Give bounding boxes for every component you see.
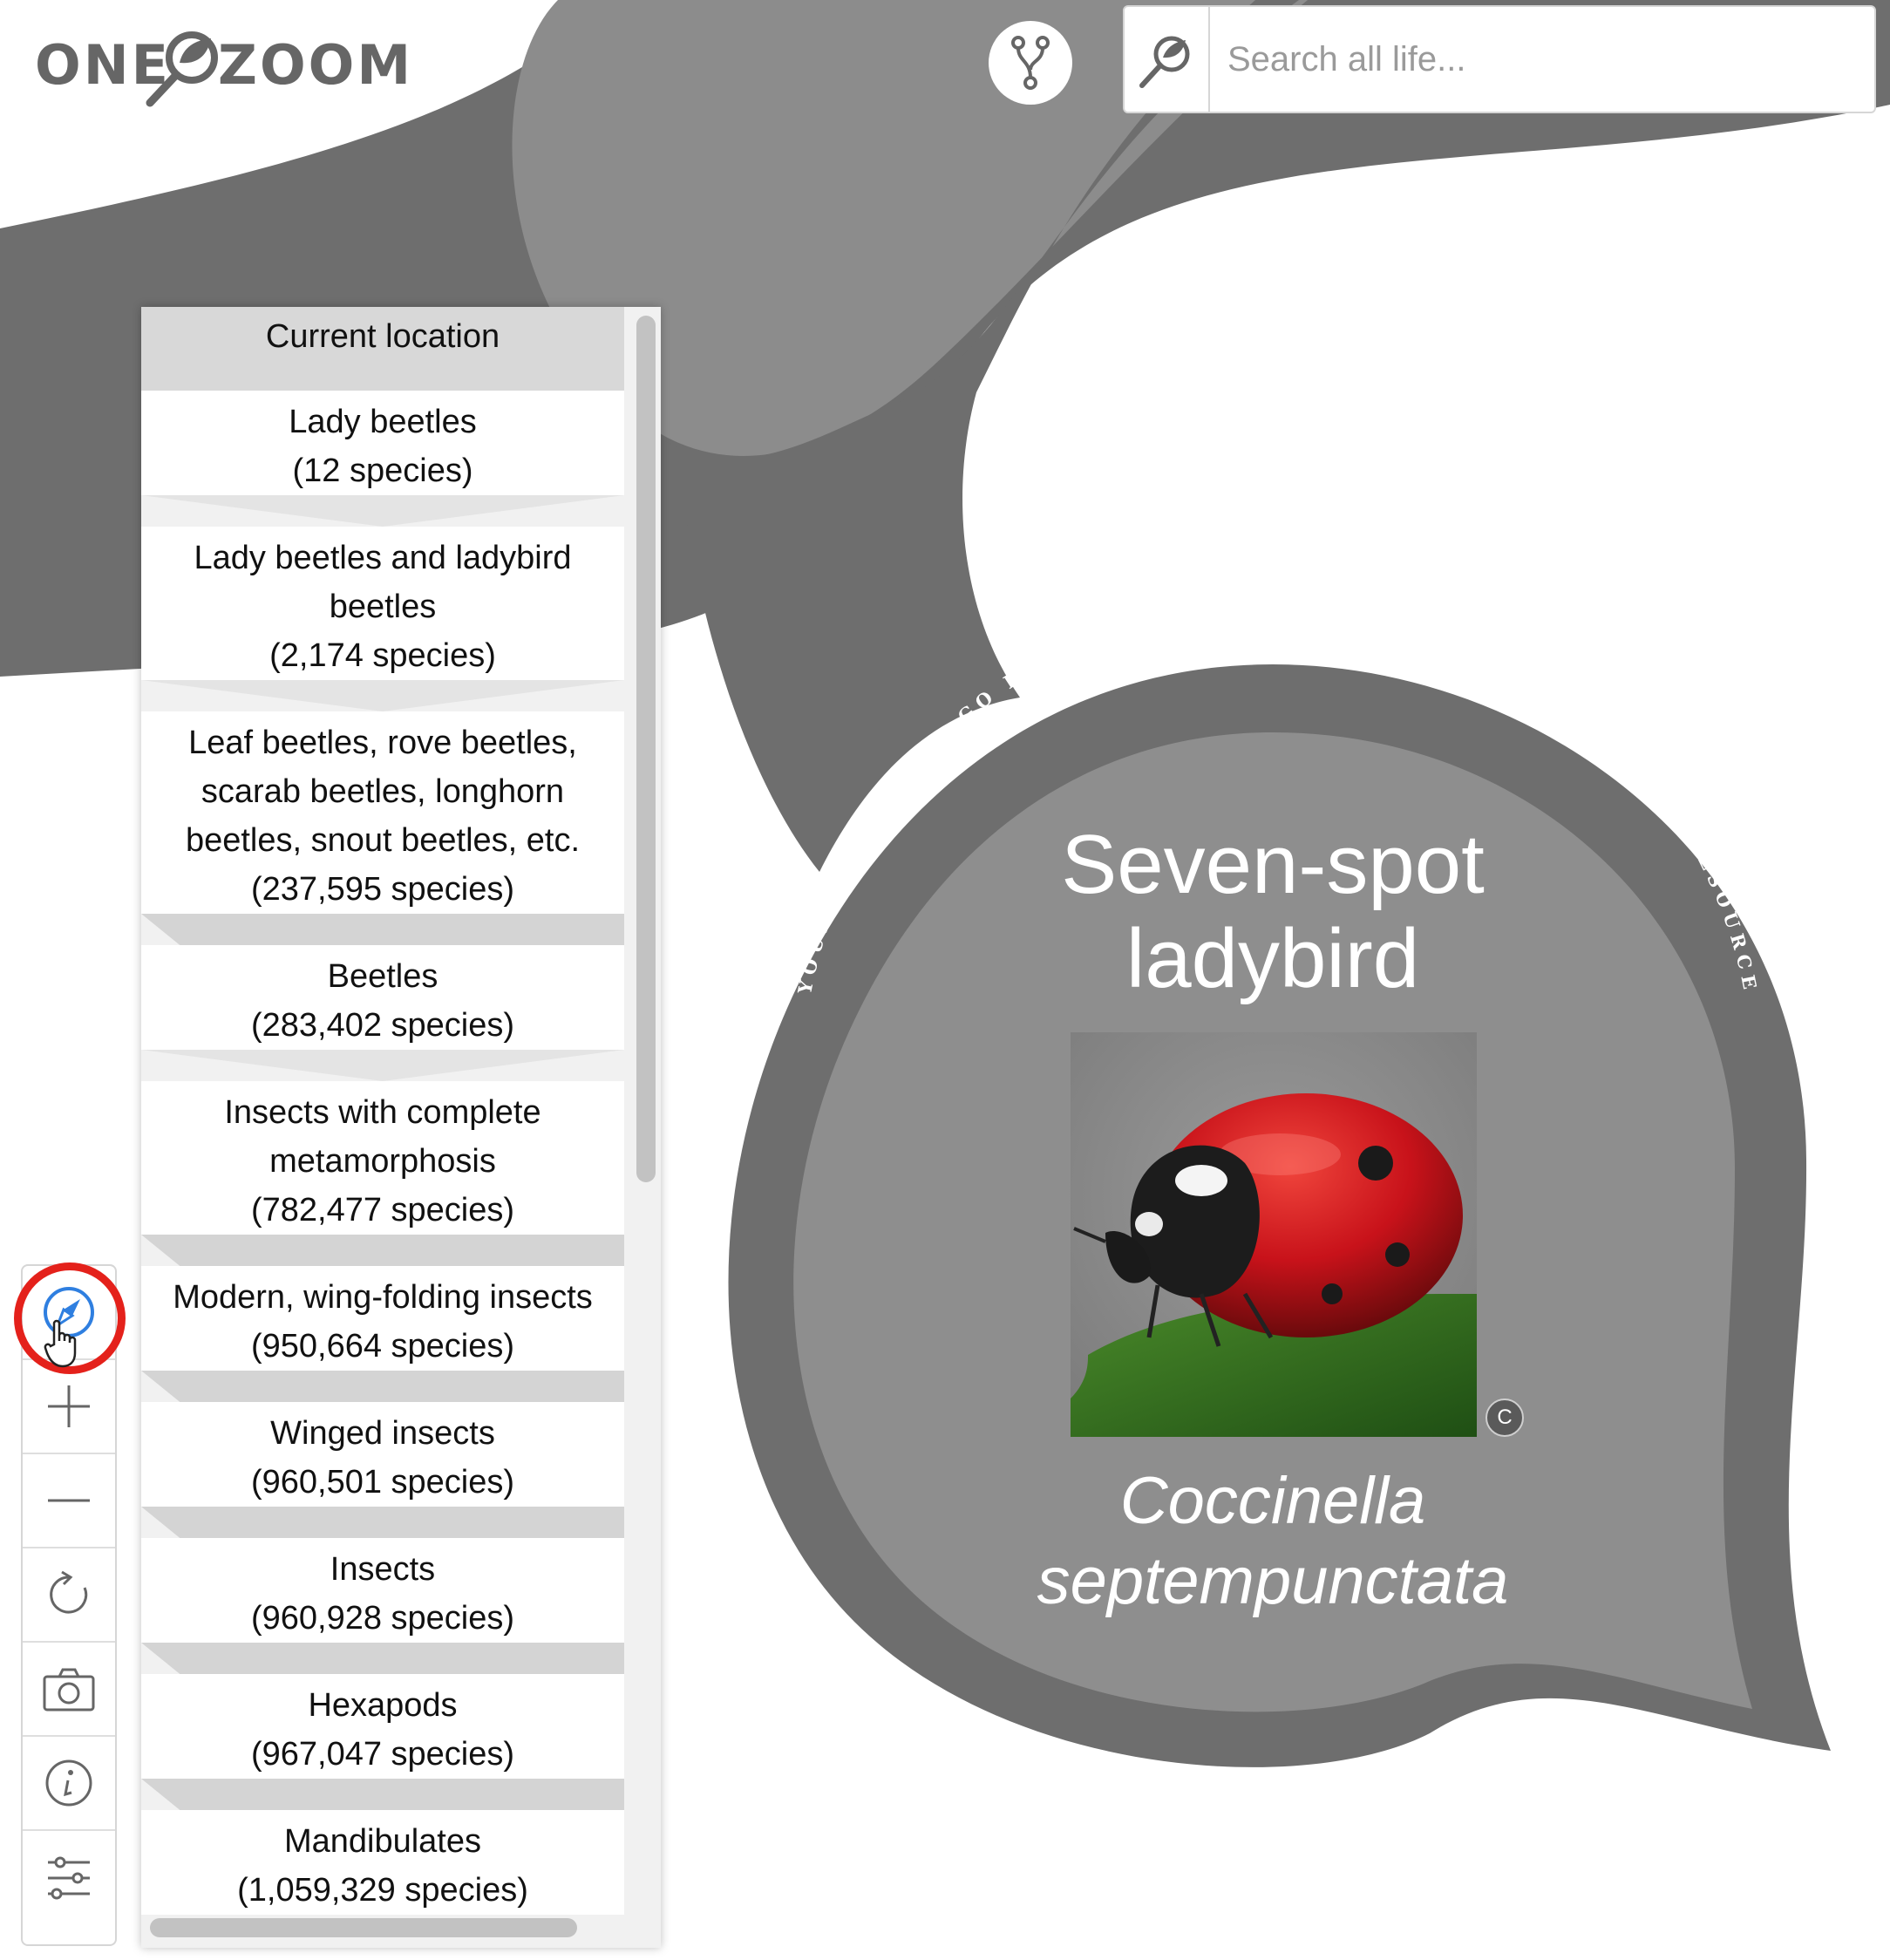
- location-item-name: Insects: [330, 1551, 436, 1588]
- location-item-name: Modern, wing-folding insects: [173, 1279, 593, 1316]
- location-item[interactable]: Winged insects (960,501 species): [141, 1402, 624, 1507]
- location-arrow: [141, 495, 624, 527]
- location-arrow: [141, 1779, 624, 1810]
- location-item[interactable]: Leaf beetles, rove beetles, scarab beetl…: [141, 711, 624, 914]
- screenshot-button[interactable]: [23, 1643, 115, 1737]
- onezoom-logo[interactable]: ONE ZOOM: [35, 17, 418, 113]
- zoom-in-button[interactable]: [23, 1360, 115, 1454]
- location-item-count: (1,059,329 species): [237, 1872, 528, 1909]
- location-panel-horizontal-scrollbar[interactable]: [150, 1918, 577, 1937]
- location-item-name: Beetles: [327, 958, 439, 995]
- species-photo[interactable]: [1071, 1032, 1477, 1437]
- search-icon: [1139, 36, 1190, 88]
- settings-sliders-icon: [48, 1856, 90, 1900]
- location-arrow: [141, 1050, 624, 1081]
- location-item-count: (960,501 species): [250, 1464, 515, 1501]
- location-item[interactable]: Beetles (283,402 species): [141, 945, 624, 1050]
- location-arrow: [141, 1371, 624, 1402]
- location-panel[interactable]: Current location Lady beetles (12 specie…: [141, 307, 661, 1948]
- location-arrow: [141, 914, 624, 945]
- location-item-name: Leaf beetles, rove beetles, scarab beetl…: [185, 725, 581, 859]
- location-item[interactable]: Modern, wing-folding insects (950,664 sp…: [141, 1266, 624, 1371]
- reset-view-button[interactable]: [23, 1548, 115, 1643]
- settings-button[interactable]: [23, 1831, 115, 1925]
- logo-word-zoom: ZOOM: [218, 33, 414, 97]
- location-item-count: (782,477 species): [250, 1192, 515, 1228]
- location-item[interactable]: Lady beetles and ladybird beetles (2,174…: [141, 527, 624, 680]
- copyright-badge[interactable]: C: [1485, 1399, 1524, 1437]
- location-item-count: (237,595 species): [250, 871, 515, 908]
- location-item-name: Lady beetles and ladybird beetles: [194, 540, 572, 625]
- location-item-name: Mandibulates: [283, 1823, 482, 1860]
- fork-icon: [1011, 36, 1050, 90]
- location-item-count: (283,402 species): [250, 1007, 515, 1044]
- tree-view-button[interactable]: [989, 21, 1072, 105]
- location-arrow: [141, 1507, 624, 1538]
- location-item[interactable]: Hexapods (967,047 species): [141, 1674, 624, 1779]
- location-item-name: Hexapods: [308, 1687, 458, 1724]
- location-arrow: [141, 1235, 624, 1266]
- hand-cursor-icon: [44, 1319, 77, 1368]
- zoom-in-icon: [48, 1385, 90, 1427]
- location-item-count: (950,664 species): [250, 1328, 515, 1365]
- location-item[interactable]: Insects (960,928 species): [141, 1538, 624, 1643]
- location-item[interactable]: Lady beetles (12 species): [141, 391, 624, 495]
- location-item-count: (960,928 species): [250, 1600, 515, 1637]
- tree-viewer[interactable]: YOUR NAME COULD GO HERE. DONATIONS HELP …: [0, 0, 1890, 1960]
- reset-icon: [50, 1570, 88, 1614]
- search-input[interactable]: [1210, 6, 1874, 112]
- location-item-name: Insects with complete metamorphosis: [224, 1094, 541, 1180]
- location-item-count: (2,174 species): [269, 637, 496, 674]
- location-item-count: (967,047 species): [250, 1736, 515, 1773]
- location-item-name: Lady beetles: [289, 404, 477, 440]
- search-box[interactable]: [1123, 5, 1876, 113]
- zoom-out-button[interactable]: [23, 1454, 115, 1548]
- location-item[interactable]: Mandibulates (1,059,329 species): [141, 1810, 624, 1915]
- zoom-out-icon: [48, 1499, 90, 1502]
- location-list: Current location Lady beetles (12 specie…: [141, 307, 624, 1915]
- location-item[interactable]: Insects with complete metamorphosis (782…: [141, 1081, 624, 1235]
- ladybird-photo-image: [1071, 1032, 1477, 1437]
- search-button[interactable]: [1125, 7, 1210, 112]
- info-icon: [45, 1759, 92, 1807]
- location-panel-title: Current location: [141, 307, 624, 391]
- location-arrow: [141, 1643, 624, 1674]
- species-common-name[interactable]: Seven-spot ladybird: [924, 818, 1621, 1006]
- location-item-count: (12 species): [292, 453, 473, 489]
- species-scientific-name: Coccinella septempunctata: [1037, 1464, 1509, 1618]
- camera-icon: [43, 1668, 95, 1712]
- location-arrow: [141, 680, 624, 711]
- info-button[interactable]: [23, 1737, 115, 1831]
- location-item-name: Winged insects: [270, 1415, 495, 1452]
- location-panel-vertical-scrollbar[interactable]: [636, 316, 656, 1182]
